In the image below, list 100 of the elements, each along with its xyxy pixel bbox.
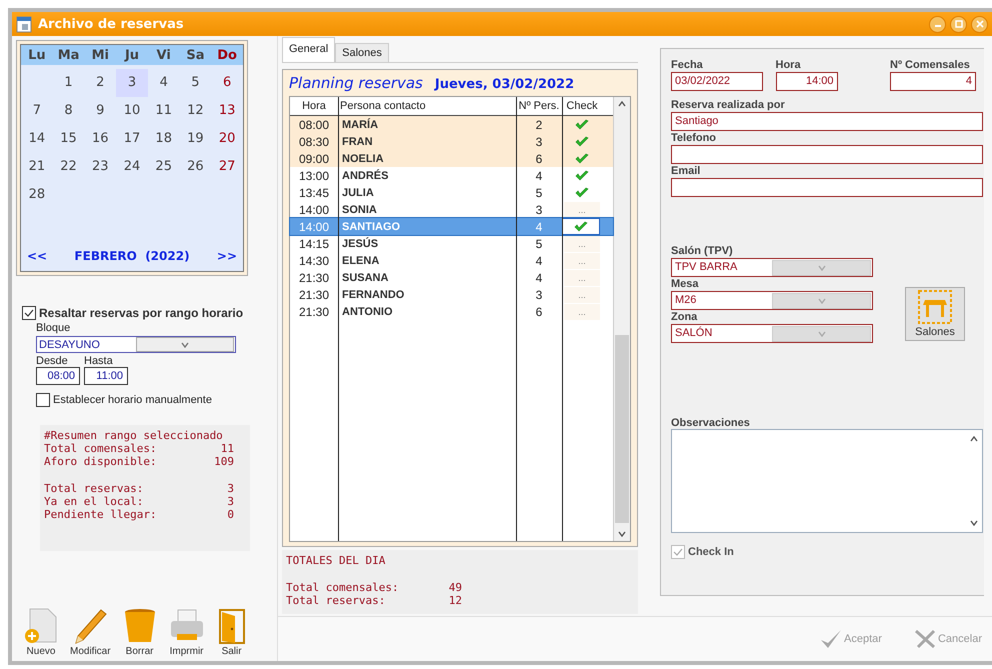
checkbox-label: Check In	[688, 546, 734, 558]
check-in-button[interactable]: ...	[564, 286, 600, 302]
rooms-button[interactable]: Salones	[905, 287, 965, 341]
person-cell-text: JULIA	[341, 186, 375, 198]
reservation-row[interactable]: 08:00 MARÍA 2	[290, 116, 613, 133]
person-cell-text: NOELIA	[341, 152, 385, 164]
people-cell-text: 4	[534, 168, 544, 182]
toolbar-button[interactable]: Borrar	[120, 608, 159, 657]
reservation-row[interactable]: 09:00 NOELIA 6	[290, 150, 613, 167]
calendar-day[interactable]: 4	[148, 69, 180, 97]
calendar-day[interactable]: 23	[84, 153, 116, 181]
calendar-day[interactable]: 10	[116, 97, 148, 125]
reservation-row[interactable]: 21:30 ANTONIO 6 ...	[290, 303, 613, 320]
close-button[interactable]	[971, 16, 988, 32]
calendar-day[interactable]: 13	[211, 97, 243, 125]
toolbar-button[interactable]: Nuevo	[22, 608, 60, 657]
scroll-up-icon[interactable]	[618, 101, 626, 107]
time-field[interactable]: 14:00	[776, 72, 838, 91]
name-field[interactable]: Santiago	[671, 112, 983, 131]
check-in-button[interactable]: ...	[564, 236, 600, 252]
field-label: Observaciones	[671, 417, 751, 429]
person-cell-text: SUSANA	[341, 272, 390, 284]
minimize-button[interactable]	[929, 16, 946, 32]
scroll-down-icon[interactable]	[618, 531, 626, 537]
field-label: Desde	[36, 355, 69, 367]
tab[interactable]: Salones	[335, 43, 389, 62]
door-icon	[216, 608, 247, 644]
time-field[interactable]: 08:00	[36, 367, 80, 385]
calendar-day[interactable]: 27	[211, 153, 243, 181]
weekday-label: Ma	[56, 48, 80, 62]
dropdown[interactable]: M26	[671, 291, 873, 310]
calendar-day[interactable]: 22	[52, 153, 84, 181]
totals-value: 49	[448, 581, 462, 594]
reservation-row[interactable]: 08:30 FRAN 3	[290, 133, 613, 150]
check-in-button[interactable]: ...	[564, 202, 600, 218]
calendar-day[interactable]: 12	[180, 97, 212, 125]
reservation-row[interactable]: 13:00 ANDRÉS 4	[290, 167, 613, 184]
previous-month-button[interactable]: <<	[27, 249, 48, 263]
next-month-button[interactable]: >>	[216, 249, 237, 263]
reservation-row[interactable]: 14:15 JESÚS 5 ...	[290, 235, 613, 252]
calendar-day[interactable]: 2	[84, 69, 116, 97]
block-dropdown[interactable]: DESAYUNO	[36, 336, 236, 353]
calendar-day[interactable]: 14	[21, 125, 53, 153]
field-label: Bloque	[36, 322, 72, 334]
calendar-day[interactable]: 7	[21, 97, 53, 125]
reservation-row[interactable]: 21:30 SUSANA 4 ...	[290, 269, 613, 286]
email-field[interactable]	[671, 178, 983, 197]
tab[interactable]: General	[282, 37, 336, 62]
toolbar-button[interactable]: Salir	[214, 608, 249, 657]
dropdown[interactable]: TPV BARRA	[671, 258, 873, 277]
time-field[interactable]: 11:00	[84, 367, 128, 385]
time-cell-text: 14:15	[298, 236, 330, 250]
new-document-icon	[24, 608, 58, 644]
calendar-day[interactable]: 24	[116, 153, 148, 181]
maximize-button[interactable]	[950, 16, 967, 32]
calendar-day[interactable]: 20	[211, 125, 243, 153]
calendar-day[interactable]: 1	[52, 69, 84, 97]
calendar-day[interactable]: 21	[21, 153, 53, 181]
summary-label: Ya en el local:	[44, 495, 144, 508]
calendar-day[interactable]: 18	[148, 125, 180, 153]
calendar-day[interactable]: 5	[180, 69, 212, 97]
reservation-row[interactable]: 14:30 ELENA 4 ...	[290, 252, 613, 269]
calendar-day[interactable]: 28	[21, 181, 53, 209]
reservation-row[interactable]: 13:45 JULIA 5	[290, 184, 613, 201]
person-cell-text: MARÍA	[341, 118, 380, 130]
scroll-down-icon[interactable]	[970, 520, 978, 526]
calendar-day[interactable]: 6	[211, 69, 243, 97]
calendar-day[interactable]: 25	[148, 153, 180, 181]
scrollbar[interactable]	[613, 97, 630, 541]
time-cell-text: 08:00	[298, 118, 330, 132]
checkbox[interactable]	[36, 393, 50, 407]
calendar-day[interactable]: 11	[148, 97, 180, 125]
date-field[interactable]: 03/02/2022	[671, 72, 763, 91]
calendar-day[interactable]: 3	[116, 69, 148, 97]
toolbar-button[interactable]: Imprmir	[166, 608, 207, 657]
calendar-day[interactable]: 26	[180, 153, 212, 181]
reservation-row[interactable]: 14:00 SONIA 3 ...	[290, 201, 613, 218]
weekday-label: Ju	[123, 48, 140, 62]
calendar-day[interactable]: 16	[84, 125, 116, 153]
check-in-button[interactable]: ...	[564, 252, 600, 268]
people-cell-text: 5	[534, 186, 544, 200]
calendar-day[interactable]: 15	[52, 125, 84, 153]
reservation-row[interactable]: 21:30 FERNANDO 3 ...	[290, 286, 613, 303]
scroll-up-icon[interactable]	[970, 436, 978, 442]
month-label: FEBRERO (2022)	[74, 249, 190, 263]
calendar-day[interactable]: 19	[180, 125, 212, 153]
check-in-button[interactable]: ...	[564, 270, 600, 286]
check-in-button[interactable]: ...	[564, 304, 600, 320]
toolbar-button[interactable]: Modificar	[68, 608, 113, 657]
checkbox[interactable]	[22, 306, 36, 320]
table-icon	[918, 290, 952, 324]
calendar-day[interactable]: 8	[52, 97, 84, 125]
calendar-day[interactable]: 9	[84, 97, 116, 125]
calendar-day[interactable]: 17	[116, 125, 148, 153]
guests-field[interactable]: 4	[890, 72, 976, 91]
dropdown[interactable]: SALÓN	[671, 324, 873, 343]
field-label: Email	[671, 165, 702, 177]
people-cell-text: 3	[534, 202, 544, 216]
notes-field[interactable]	[671, 429, 983, 533]
phone-field[interactable]	[671, 145, 983, 164]
